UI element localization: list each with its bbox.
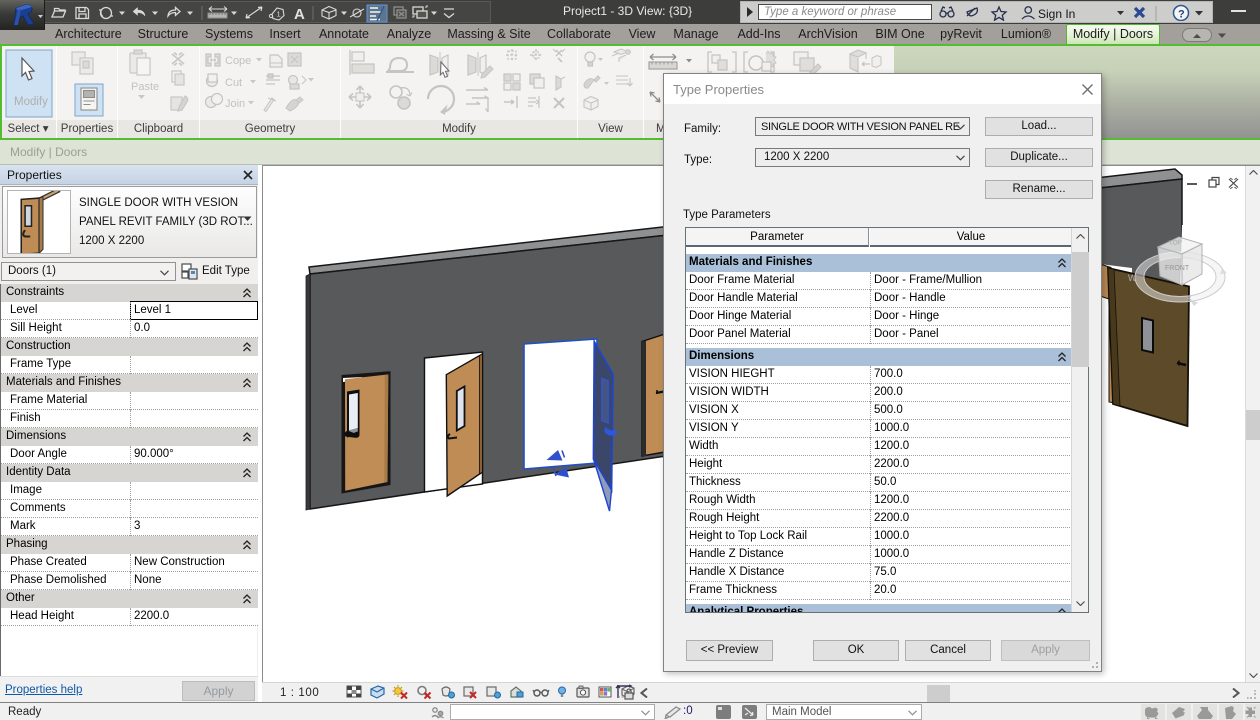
svg-text:W: W bbox=[1128, 273, 1137, 283]
svg-text:Join: Join bbox=[225, 98, 245, 110]
svg-text:Cut: Cut bbox=[225, 77, 242, 89]
svg-text:S: S bbox=[1186, 294, 1192, 304]
svg-text:?: ? bbox=[1178, 9, 1185, 21]
svg-text:Sign In: Sign In bbox=[1038, 7, 1075, 21]
svg-text:A: A bbox=[294, 6, 305, 23]
svg-text:1: 1 bbox=[277, 10, 281, 19]
svg-text:Paste: Paste bbox=[131, 81, 159, 93]
svg-text:TOP: TOP bbox=[1169, 239, 1183, 247]
svg-text:Modify: Modify bbox=[14, 96, 48, 108]
svg-text:FRONT: FRONT bbox=[1165, 265, 1190, 272]
svg-text:Cope: Cope bbox=[225, 55, 251, 67]
